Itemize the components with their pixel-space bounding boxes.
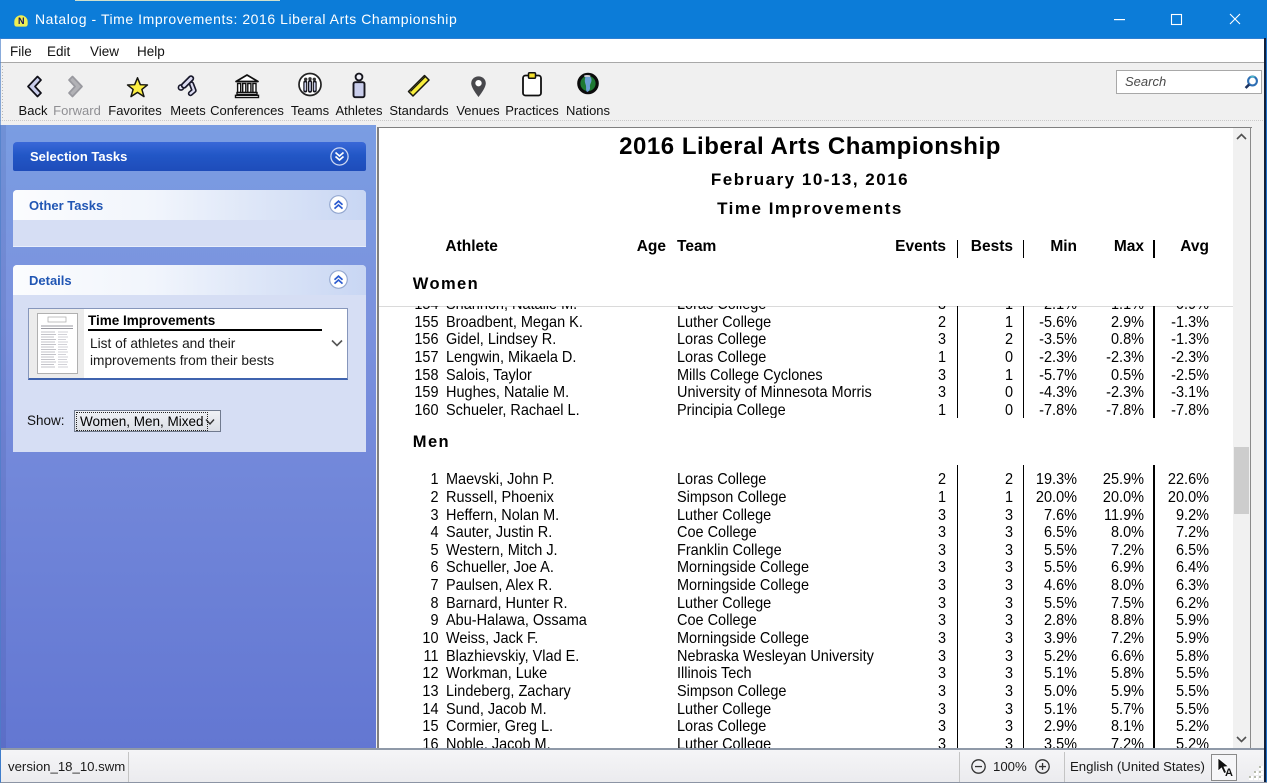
svg-text:A: A	[1225, 767, 1233, 779]
svg-text:N: N	[17, 16, 24, 26]
